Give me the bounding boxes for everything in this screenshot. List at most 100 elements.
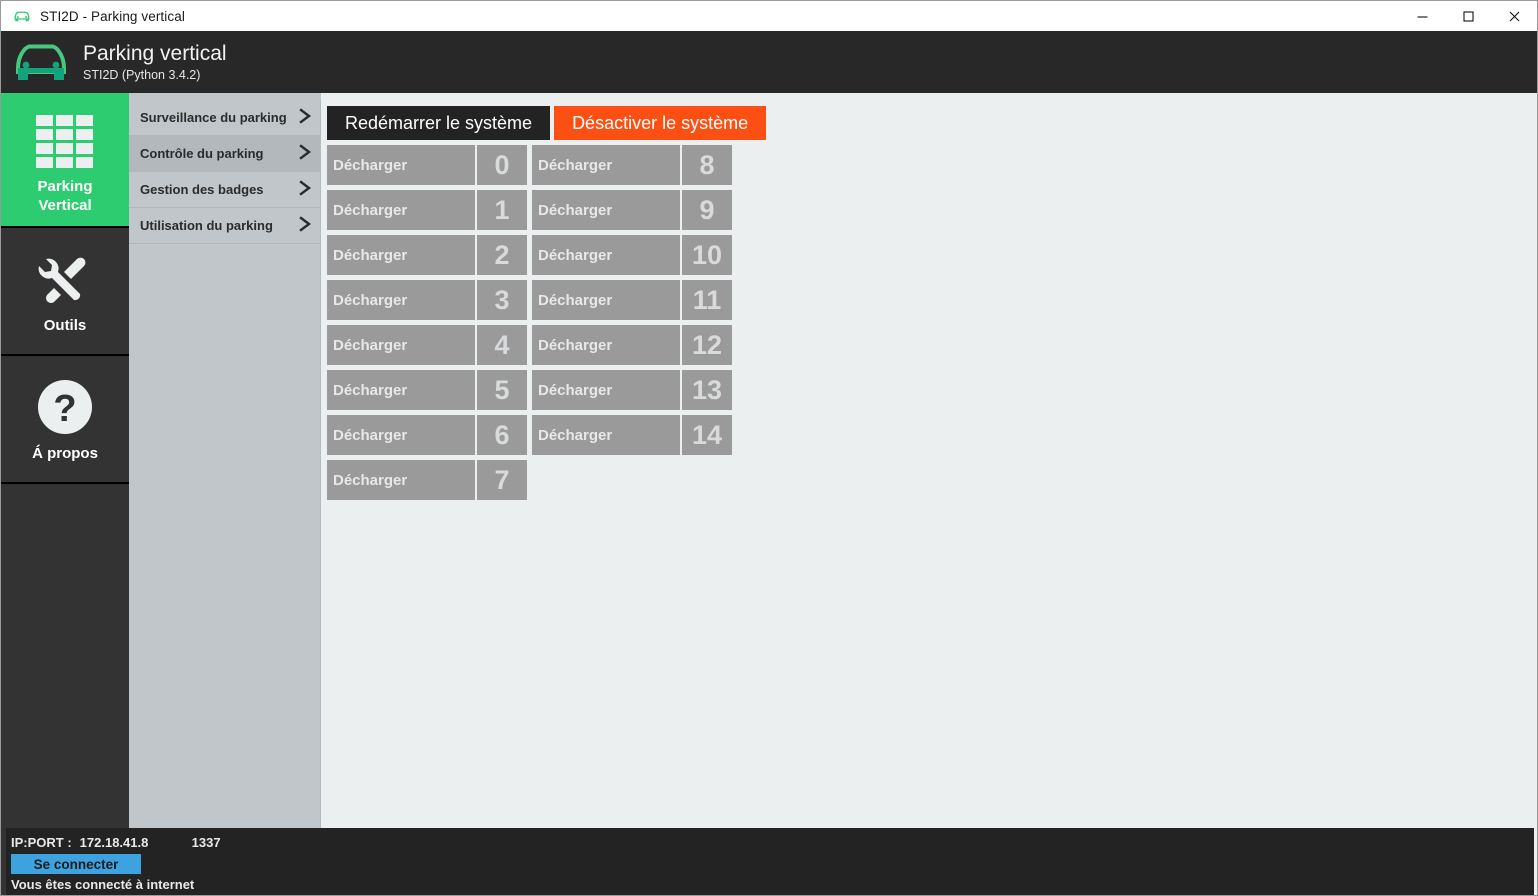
- accent-strip-gray: [129, 93, 321, 100]
- slot-row: Décharger 1: [327, 190, 527, 230]
- slot-row: Décharger 7: [327, 460, 527, 500]
- maximize-button[interactable]: [1445, 1, 1491, 31]
- accent-strip: [1, 93, 1537, 100]
- svg-text:?: ?: [53, 388, 76, 430]
- accent-strip-green: [1, 93, 129, 100]
- menu-item-controle-du-parking[interactable]: Contrôle du parking: [129, 136, 320, 172]
- sidebar-item-label: Outils: [43, 316, 87, 334]
- slot-row: Décharger 0: [327, 145, 527, 185]
- discharge-button[interactable]: Décharger: [327, 370, 475, 410]
- parking-grid-icon: [34, 111, 96, 173]
- slot-number: 2: [477, 235, 527, 275]
- discharge-button[interactable]: Décharger: [532, 280, 680, 320]
- slot-row: Décharger 14: [532, 415, 732, 455]
- slot-number: 11: [682, 280, 732, 320]
- menu-item-label: Utilisation du parking: [140, 218, 273, 233]
- menu-panel-filler: [129, 244, 320, 895]
- close-button[interactable]: [1491, 1, 1537, 31]
- discharge-button[interactable]: Décharger: [327, 190, 475, 230]
- ip-port-label: IP:PORT :: [11, 834, 72, 850]
- close-icon: [1508, 10, 1521, 23]
- menu-item-surveillance-du-parking[interactable]: Surveillance du parking: [129, 100, 320, 136]
- minimize-button[interactable]: [1399, 1, 1445, 31]
- question-mark-icon: ?: [34, 376, 96, 438]
- parking-slots-area: Décharger 0 Décharger 1 Décharger 2 Déch…: [321, 140, 1537, 500]
- slot-number: 14: [682, 415, 732, 455]
- sidebar-item-outils[interactable]: Outils: [1, 228, 129, 356]
- discharge-button[interactable]: Décharger: [327, 415, 475, 455]
- menu-item-utilisation-du-parking[interactable]: Utilisation du parking: [129, 208, 320, 244]
- menu-item-label: Contrôle du parking: [140, 146, 264, 161]
- body-row: Parking Vertical Outils ? Á propos Surve…: [1, 100, 1537, 895]
- slot-number: 7: [477, 460, 527, 500]
- window-titlebar: STI2D - Parking vertical: [1, 1, 1537, 31]
- slot-number: 10: [682, 235, 732, 275]
- slot-number: 6: [477, 415, 527, 455]
- slot-number: 5: [477, 370, 527, 410]
- slot-row: Décharger 12: [532, 325, 732, 365]
- menu-item-label: Surveillance du parking: [140, 110, 287, 125]
- sidebar-item-label-line1: Parking: [37, 178, 93, 195]
- slot-row: Décharger 8: [532, 145, 732, 185]
- main-content: Redémarrer le système Désactiver le syst…: [321, 100, 1537, 895]
- discharge-button[interactable]: Décharger: [327, 145, 475, 185]
- tools-icon: [34, 248, 96, 310]
- connect-button[interactable]: Se connecter: [11, 854, 141, 874]
- system-toolbar: Redémarrer le système Désactiver le syst…: [321, 100, 1537, 140]
- slot-row: Décharger 3: [327, 280, 527, 320]
- connection-status-panel: IP:PORT : 172.18.41.8 1337 Se connecter …: [6, 828, 1534, 895]
- discharge-button[interactable]: Décharger: [327, 460, 475, 500]
- sidebar-item-label: Parking Vertical: [37, 177, 92, 215]
- window-controls: [1399, 1, 1537, 31]
- sidebar-rail: Parking Vertical Outils ? Á propos: [1, 100, 129, 895]
- sidebar-item-label: Á propos: [32, 444, 98, 462]
- slot-number: 12: [682, 325, 732, 365]
- ip-port-line: IP:PORT : 172.18.41.8 1337: [11, 833, 1534, 851]
- discharge-button[interactable]: Décharger: [532, 415, 680, 455]
- slot-row: Décharger 4: [327, 325, 527, 365]
- slot-row: Décharger 2: [327, 235, 527, 275]
- window-title: STI2D - Parking vertical: [40, 8, 185, 24]
- sidebar-item-a-propos[interactable]: ? Á propos: [1, 356, 129, 484]
- slot-number: 8: [682, 145, 732, 185]
- app-header-titles: Parking vertical STI2D (Python 3.4.2): [83, 42, 227, 83]
- disable-system-button[interactable]: Désactiver le système: [554, 106, 767, 140]
- menu-item-gestion-des-badges[interactable]: Gestion des badges: [129, 172, 320, 208]
- discharge-button[interactable]: Décharger: [327, 280, 475, 320]
- slot-number: 13: [682, 370, 732, 410]
- slot-number: 1: [477, 190, 527, 230]
- accent-strip-rest: [321, 93, 1537, 100]
- minimize-icon: [1416, 10, 1429, 23]
- discharge-button[interactable]: Décharger: [532, 325, 680, 365]
- sidebar-item-parking-vertical[interactable]: Parking Vertical: [1, 100, 129, 228]
- slot-number: 4: [477, 325, 527, 365]
- discharge-button[interactable]: Décharger: [532, 190, 680, 230]
- menu-item-label: Gestion des badges: [140, 182, 264, 197]
- discharge-button[interactable]: Décharger: [327, 235, 475, 275]
- discharge-button[interactable]: Décharger: [327, 325, 475, 365]
- slot-row: Décharger 11: [532, 280, 732, 320]
- chevron-right-icon: [298, 108, 312, 127]
- slot-row: Décharger 10: [532, 235, 732, 275]
- ip-address-value[interactable]: 172.18.41.8: [80, 835, 192, 850]
- chevron-right-icon: [298, 180, 312, 199]
- discharge-button[interactable]: Décharger: [532, 145, 680, 185]
- slot-number: 3: [477, 280, 527, 320]
- port-value[interactable]: 1337: [192, 835, 221, 850]
- maximize-icon: [1462, 10, 1475, 23]
- slot-row: Décharger 5: [327, 370, 527, 410]
- car-icon: [13, 9, 31, 23]
- restart-system-button[interactable]: Redémarrer le système: [327, 106, 551, 140]
- slot-row: Décharger 6: [327, 415, 527, 455]
- sidebar-item-label-line2: Vertical: [38, 197, 92, 214]
- slot-number: 9: [682, 190, 732, 230]
- discharge-button[interactable]: Décharger: [532, 370, 680, 410]
- connection-status-message: Vous êtes connecté à internet: [11, 877, 195, 892]
- app-title: Parking vertical: [83, 41, 227, 65]
- menu-panel: Surveillance du parking Contrôle du park…: [129, 100, 321, 895]
- slot-column-right: Décharger 8 Décharger 9 Décharger 10 Déc…: [532, 145, 732, 500]
- discharge-button[interactable]: Décharger: [532, 235, 680, 275]
- app-subtitle: STI2D (Python 3.4.2): [83, 67, 201, 82]
- car-icon: [11, 39, 71, 85]
- slot-row: Décharger 9: [532, 190, 732, 230]
